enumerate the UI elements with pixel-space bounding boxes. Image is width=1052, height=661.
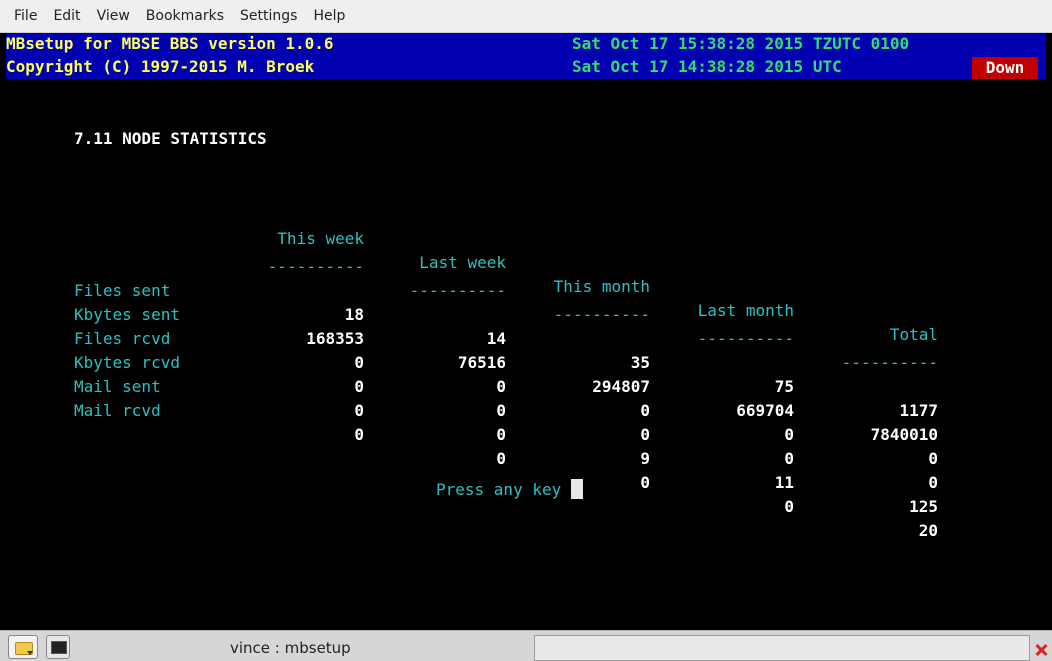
separator: ----------: [697, 329, 794, 348]
utc-time: Sat Oct 17 14:38:28 2015 UTC: [572, 57, 842, 76]
cell-value: 0: [928, 473, 938, 492]
cell-value: 0: [784, 497, 794, 516]
cell-value: 14: [486, 329, 506, 348]
cell-value: 0: [354, 425, 364, 444]
terminal-screen[interactable]: MBsetup for MBSE BBS version 1.0.6 Sat O…: [6, 33, 1046, 630]
cell-value: 11: [774, 473, 794, 492]
col-header-this-week: This week: [277, 229, 364, 248]
separator: ----------: [267, 257, 364, 276]
cell-value: 1177: [899, 401, 938, 420]
cell-value: 0: [784, 425, 794, 444]
cell-value: 18: [344, 305, 364, 324]
cell-value: 0: [640, 425, 650, 444]
cell-value: 0: [640, 401, 650, 420]
menu-help[interactable]: Help: [305, 0, 353, 33]
cell-value: 0: [496, 425, 506, 444]
folder-icon[interactable]: [8, 635, 38, 659]
local-time: Sat Oct 17 15:38:28 2015 TZUTC 0100: [572, 34, 910, 53]
cell-value: 76516: [457, 353, 506, 372]
close-tray-icon[interactable]: [1034, 643, 1048, 657]
table-row: Files sent 18 14 35 75 1177: [74, 255, 938, 420]
table-row: Files rcvd 0 0 0 0 0: [74, 303, 938, 468]
taskbar: vince : mbsetup: [0, 630, 1052, 661]
cell-value: 75: [774, 377, 794, 396]
table-row: Kbytes rcvd 0 0 0 0 0: [74, 327, 938, 492]
menubar: File Edit View Bookmarks Settings Help: [0, 0, 1052, 33]
status-badge: Down: [972, 57, 1038, 79]
cell-value: 9: [640, 449, 650, 468]
cell-value: 669704: [736, 401, 794, 420]
cell-value: 7840010: [870, 425, 938, 444]
cell-value: 168353: [306, 329, 364, 348]
cell-value: 0: [496, 377, 506, 396]
col-header-last-month: Last month: [697, 301, 794, 320]
terminal-icon[interactable]: [46, 635, 70, 659]
press-any-key-prompt: Press any key: [436, 479, 584, 499]
table-row: Mail sent 0 0 9 11 125: [74, 351, 938, 516]
separator: ----------: [553, 305, 650, 324]
separator: ----------: [409, 281, 506, 300]
col-header-this-month: This month: [553, 277, 650, 296]
row-label: Mail rcvd: [74, 401, 161, 420]
separator: ----------: [841, 353, 938, 372]
menu-settings[interactable]: Settings: [232, 0, 305, 33]
cell-value: 0: [354, 401, 364, 420]
taskbar-empty-slot[interactable]: [534, 635, 1030, 661]
prompt-text: Press any key: [436, 480, 562, 499]
table-header-row: This week Last week This month Last mont…: [74, 203, 938, 344]
table-row: Kbytes sent 168353 76516 294807 669704 7…: [74, 279, 938, 444]
menu-file[interactable]: File: [6, 0, 45, 33]
menu-edit[interactable]: Edit: [45, 0, 88, 33]
table-separator-row: ---------- ---------- ---------- -------…: [74, 231, 938, 372]
copyright-line: Copyright (C) 1997-2015 M. Broek: [6, 57, 315, 76]
menu-bookmarks[interactable]: Bookmarks: [138, 0, 232, 33]
cell-value: 0: [354, 377, 364, 396]
taskbar-task-label[interactable]: vince : mbsetup: [230, 639, 351, 657]
col-header-total: Total: [889, 325, 938, 344]
cell-value: 294807: [592, 377, 650, 396]
table-row: Mail rcvd 0 0 0 0 20: [74, 375, 938, 540]
app-title: MBsetup for MBSE BBS version 1.0.6: [6, 34, 334, 53]
cell-value: 0: [496, 401, 506, 420]
cell-value: 0: [928, 449, 938, 468]
cell-value: 0: [354, 353, 364, 372]
menu-view[interactable]: View: [89, 0, 138, 33]
col-header-last-week: Last week: [419, 253, 506, 272]
cell-value: 0: [784, 449, 794, 468]
cell-value: 0: [496, 449, 506, 468]
page-title: 7.11 NODE STATISTICS: [74, 129, 267, 148]
stats-table: This week Last week This month Last mont…: [74, 203, 938, 540]
cell-value: 125: [909, 497, 938, 516]
cell-value: 20: [918, 521, 938, 540]
cell-value: 35: [630, 353, 650, 372]
text-cursor: [571, 479, 584, 499]
